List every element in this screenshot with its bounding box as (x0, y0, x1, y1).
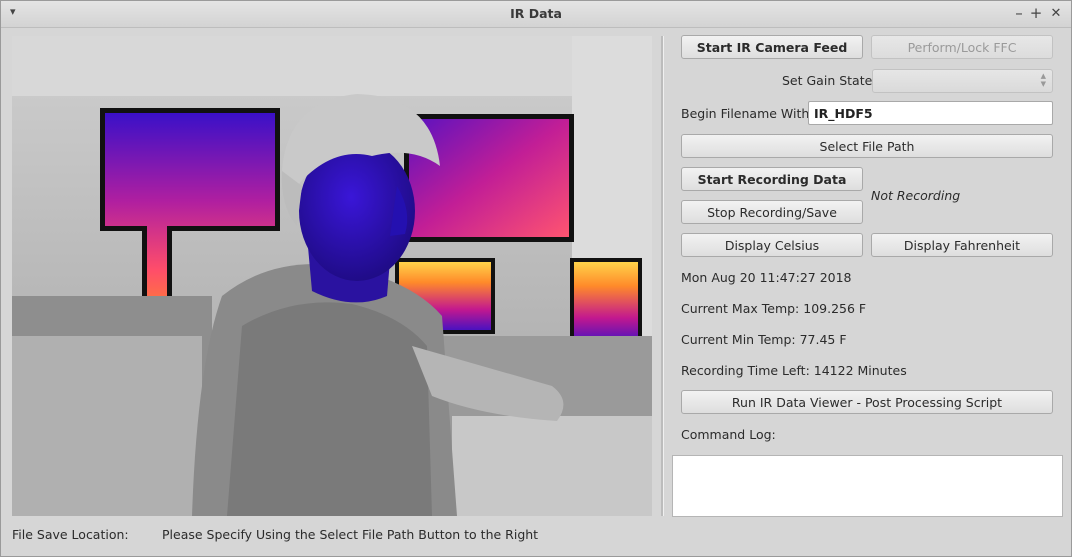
close-icon[interactable]: ✕ (1048, 6, 1064, 21)
perform-lock-ffc-button[interactable]: Perform/Lock FFC (871, 35, 1053, 59)
minimize-icon[interactable]: – (1011, 4, 1027, 22)
min-temp-text: Current Min Temp: 77.45 F (681, 332, 847, 347)
ir-camera-feed (12, 36, 652, 516)
start-ir-camera-feed-button[interactable]: Start IR Camera Feed (681, 35, 863, 59)
thermal-image (12, 36, 652, 516)
gain-state-label: Set Gain State: (782, 73, 877, 88)
gain-state-select[interactable]: ▲ ▼ (872, 69, 1053, 93)
datetime-text: Mon Aug 20 11:47:27 2018 (681, 270, 852, 285)
filename-label: Begin Filename With: (681, 106, 814, 121)
file-save-location-label: File Save Location: (12, 527, 129, 542)
ir-data-window: ▾ IR Data – + ✕ Start IR Camera Feed Per… (0, 0, 1072, 557)
spin-arrows-icon: ▲ ▼ (1040, 72, 1046, 88)
recording-time-left-text: Recording Time Left: 14122 Minutes (681, 363, 907, 378)
command-log[interactable] (672, 455, 1063, 517)
select-file-path-button[interactable]: Select File Path (681, 134, 1053, 158)
display-fahrenheit-button[interactable]: Display Fahrenheit (871, 233, 1053, 257)
start-recording-button[interactable]: Start Recording Data (681, 167, 863, 191)
filename-input[interactable]: IR_HDF5 (808, 101, 1053, 125)
panel-splitter[interactable] (661, 36, 664, 516)
command-log-label: Command Log: (681, 427, 776, 442)
file-save-location-value: Please Specify Using the Select File Pat… (162, 527, 539, 542)
display-celsius-button[interactable]: Display Celsius (681, 233, 863, 257)
maximize-icon[interactable]: + (1028, 4, 1044, 22)
window-title: IR Data (510, 6, 562, 21)
stop-recording-button[interactable]: Stop Recording/Save (681, 200, 863, 224)
run-ir-data-viewer-button[interactable]: Run IR Data Viewer - Post Processing Scr… (681, 390, 1053, 414)
max-temp-text: Current Max Temp: 109.256 F (681, 301, 867, 316)
recording-status: Not Recording (871, 188, 961, 203)
title-bar: ▾ IR Data – + ✕ (1, 1, 1071, 28)
